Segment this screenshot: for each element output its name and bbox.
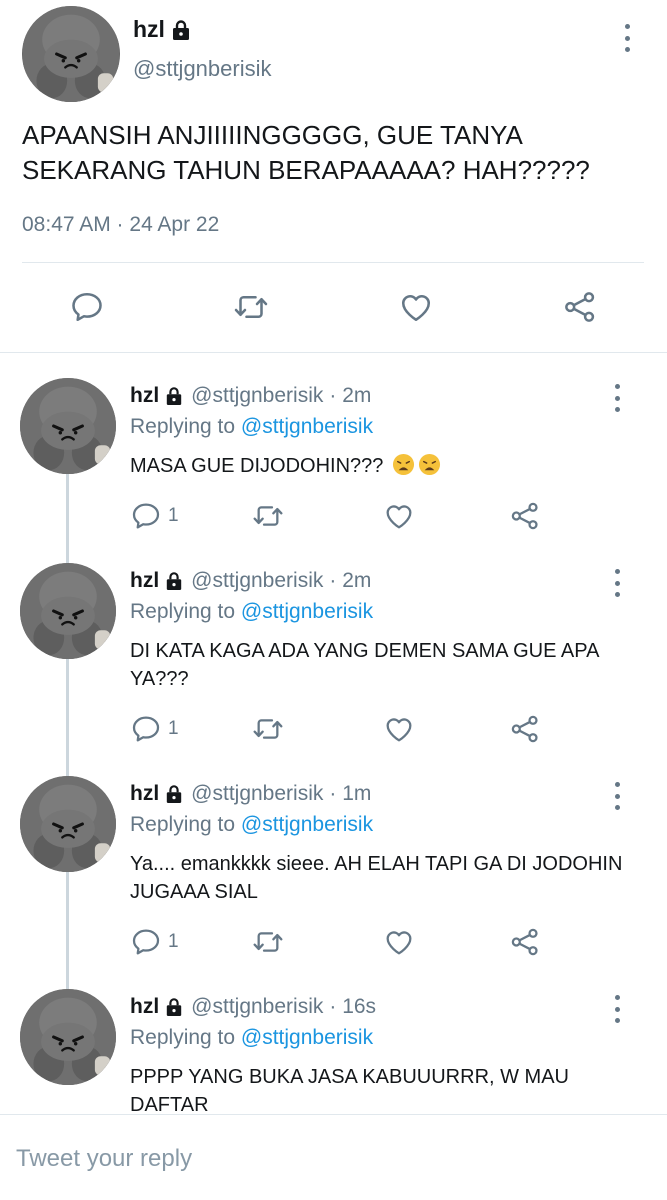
reply-count: 1 (168, 505, 179, 526)
tweet-timestamp[interactable]: 08:47 AM · 24 Apr 22 (22, 213, 219, 237)
reply-action-bar: 1 (0, 713, 667, 747)
tweet-action-bar (0, 283, 667, 329)
reply-tweet[interactable]: hzl @sttjgnberisik · 16s Replying to @st… (0, 989, 667, 1116)
reply-avatar[interactable] (20, 563, 116, 659)
reply-avatar[interactable] (20, 378, 116, 474)
share-icon[interactable] (509, 500, 541, 532)
reply-author-name[interactable]: hzl (130, 569, 159, 593)
more-options-icon[interactable] (612, 995, 622, 1023)
share-icon[interactable] (509, 713, 541, 745)
reply-tweet[interactable]: hzl @sttjgnberisik · 2m Replying to @stt… (0, 378, 667, 548)
reply-header: hzl @sttjgnberisik · 16s (130, 995, 376, 1019)
share-icon[interactable] (509, 926, 541, 958)
reply-icon (130, 500, 162, 532)
lock-icon (171, 19, 191, 41)
lock-icon (165, 386, 183, 406)
reply-count: 1 (168, 718, 179, 739)
weary-face-emoji (418, 453, 441, 476)
reply-avatar[interactable] (20, 989, 116, 1085)
replying-to-mention[interactable]: @sttjgnberisik (241, 1026, 373, 1049)
reply-tweet[interactable]: hzl @sttjgnberisik · 1m Replying to @stt… (0, 776, 667, 976)
share-icon[interactable] (561, 289, 599, 325)
replying-to-label: Replying to (130, 1026, 236, 1049)
retweet-icon[interactable] (252, 926, 284, 958)
reply-time: · 2m (329, 384, 372, 407)
like-icon[interactable] (383, 713, 415, 745)
reply-text: MASA GUE DIJODOHIN??? (130, 452, 630, 480)
reply-button[interactable]: 1 (130, 926, 179, 958)
reply-text: Ya.... emankkkk sieee. AH ELAH TAPI GA D… (130, 853, 623, 903)
avatar-image (20, 378, 116, 474)
author-name-row[interactable]: hzl (133, 16, 191, 43)
reply-author-handle[interactable]: @sttjgnberisik (191, 995, 323, 1019)
replying-to: Replying to @sttjgnberisik (130, 600, 373, 624)
divider (0, 352, 667, 353)
reply-tweet[interactable]: hzl @sttjgnberisik · 2m Replying to @stt… (0, 563, 667, 763)
reply-author-handle[interactable]: @sttjgnberisik (191, 569, 323, 593)
reply-author-name[interactable]: hzl (130, 995, 159, 1019)
reply-action-bar: 1 (0, 500, 667, 534)
reply-text: DI KATA KAGA ADA YANG DEMEN SAMA GUE APA… (130, 640, 599, 690)
more-options-icon[interactable] (612, 384, 622, 412)
tweet-reply-input[interactable] (16, 1145, 616, 1173)
reply-author-handle[interactable]: @sttjgnberisik (191, 384, 323, 408)
replying-to-label: Replying to (130, 600, 236, 623)
replying-to: Replying to @sttjgnberisik (130, 1026, 373, 1050)
reply-text-content: MASA GUE DIJODOHIN??? (130, 455, 384, 477)
author-handle[interactable]: @sttjgnberisik (133, 56, 272, 82)
retweet-icon[interactable] (252, 713, 284, 745)
reply-author-name[interactable]: hzl (130, 384, 159, 408)
reply-count: 1 (168, 931, 179, 952)
replying-to-label: Replying to (130, 813, 236, 836)
reply-button[interactable]: 1 (130, 500, 179, 532)
reply-time: · 1m (329, 782, 372, 805)
replying-to: Replying to @sttjgnberisik (130, 415, 373, 439)
replying-to: Replying to @sttjgnberisik (130, 813, 373, 837)
more-options-icon[interactable] (612, 782, 622, 810)
lock-icon (165, 997, 183, 1017)
like-icon[interactable] (397, 289, 435, 325)
retweet-icon[interactable] (232, 289, 270, 325)
author-name[interactable]: hzl (133, 16, 165, 43)
reply-text: PPPP YANG BUKA JASA KABUUURRR, W MAU DAF… (130, 1066, 570, 1116)
reply-compose-bar (0, 1114, 667, 1200)
tweet-text: APAANSIH ANJIIIIINGGGGG, GUE TANYA SEKAR… (22, 120, 590, 185)
reply-author-handle[interactable]: @sttjgnberisik (191, 782, 323, 806)
reply-button[interactable]: 1 (130, 713, 179, 745)
reply-time: · 2m (329, 569, 372, 592)
like-icon[interactable] (383, 500, 415, 532)
avatar-image (22, 6, 120, 102)
replying-to-label: Replying to (130, 415, 236, 438)
lock-icon (165, 571, 183, 591)
reply-avatar[interactable] (20, 776, 116, 872)
more-options-icon[interactable] (612, 569, 622, 597)
avatar-image (20, 563, 116, 659)
reply-author-name[interactable]: hzl (130, 782, 159, 806)
avatar-image (20, 989, 116, 1085)
reply-action-bar: 1 (0, 926, 667, 960)
reply-icon[interactable] (68, 289, 106, 325)
retweet-icon[interactable] (252, 500, 284, 532)
like-icon[interactable] (383, 926, 415, 958)
reply-icon (130, 713, 162, 745)
more-options-icon[interactable] (622, 24, 632, 52)
author-avatar[interactable] (22, 6, 120, 102)
replying-to-mention[interactable]: @sttjgnberisik (241, 415, 373, 438)
reply-icon (130, 926, 162, 958)
replying-to-mention[interactable]: @sttjgnberisik (241, 600, 373, 623)
reply-header: hzl @sttjgnberisik · 2m (130, 569, 371, 593)
lock-icon (165, 784, 183, 804)
reply-time: · 16s (329, 995, 377, 1018)
reply-header: hzl @sttjgnberisik · 2m (130, 384, 371, 408)
reply-header: hzl @sttjgnberisik · 1m (130, 782, 371, 806)
divider (22, 262, 644, 263)
weary-face-emoji (392, 453, 415, 476)
avatar-image (20, 776, 116, 872)
replying-to-mention[interactable]: @sttjgnberisik (241, 813, 373, 836)
